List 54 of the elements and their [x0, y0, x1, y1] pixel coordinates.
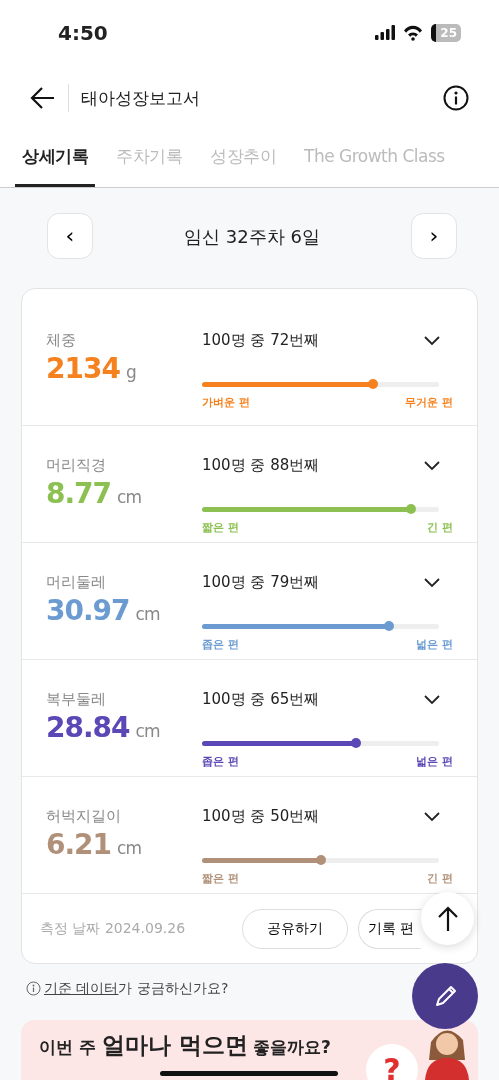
page-title: 태아성장보고서	[68, 83, 200, 112]
battery-indicator: 25	[431, 23, 461, 42]
reference-data-link[interactable]: 기준 데이터	[44, 980, 119, 996]
rank-text: 100명 중 50번째	[202, 806, 320, 827]
chevron-icon[interactable]	[423, 576, 441, 588]
chevron-icon[interactable]	[423, 334, 441, 346]
share-button[interactable]: 공유하기	[242, 908, 348, 949]
scale-max-label: 넓은 편	[416, 753, 453, 770]
week-label: 임신 32주차 6일	[184, 224, 320, 249]
scale-max-label: 긴 편	[427, 519, 453, 536]
rank-text: 100명 중 65번째	[202, 689, 320, 710]
measure-date: 측정 날짜 2024.09.26	[40, 919, 187, 938]
scale-min-label: 짧은 편	[202, 870, 239, 887]
metric-label: 머리직경	[46, 455, 107, 476]
slider-thumb	[315, 855, 326, 865]
metric-value: 30.97 cm	[46, 593, 161, 628]
reference-question: 기준 데이터 가 궁금하신가요?	[44, 979, 229, 998]
slider-thumb	[367, 379, 378, 389]
scale-max-label: 넓은 편	[416, 636, 453, 653]
scale-min-label: 짧은 편	[202, 519, 239, 536]
scale-min-label: 좁은 편	[202, 753, 239, 770]
status-time: 4:50	[58, 19, 108, 47]
metric-value: 8.77 cm	[46, 476, 142, 511]
metric-value: 6.21 cm	[46, 827, 142, 862]
metric-value: 28.84 cm	[46, 710, 161, 745]
slider-thumb	[351, 738, 362, 748]
scale-min-label: 좁은 편	[202, 636, 239, 653]
info-icon[interactable]	[443, 84, 469, 111]
chevron-icon[interactable]	[423, 459, 441, 471]
slider-thumb	[405, 504, 416, 514]
metric-value: 2134 g	[46, 351, 137, 386]
info-icon	[26, 981, 41, 996]
rank-text: 100명 중 79번째	[202, 572, 320, 593]
slider-thumb	[384, 621, 395, 631]
edit-button[interactable]: 기록 편	[358, 908, 421, 949]
metric-label: 복부둘레	[46, 689, 107, 710]
next-button[interactable]: ›	[411, 213, 457, 259]
rank-text: 100명 중 72번째	[202, 330, 320, 351]
metric-label: 허벅지길이	[46, 806, 122, 827]
previous-button[interactable]: ‹	[47, 213, 93, 259]
scale-max-label: 긴 편	[427, 870, 453, 887]
metric-label: 체중	[46, 330, 77, 351]
wifi-icon	[403, 24, 424, 41]
banner-title: 이번 주 얼마나 먹으면 좋을까요?	[39, 1032, 331, 1060]
chevron-icon[interactable]	[423, 693, 441, 705]
write-button[interactable]	[412, 963, 478, 1029]
chevron-icon[interactable]	[423, 810, 441, 822]
tab[interactable]: 상세기록	[15, 130, 95, 187]
scale-max-label: 무거운 편	[405, 394, 453, 411]
question-badge: ?	[366, 1044, 418, 1080]
scale-min-label: 가벼운 편	[202, 394, 250, 411]
rank-text: 100명 중 88번째	[202, 455, 320, 476]
metric-label: 머리둘레	[46, 572, 107, 593]
signal-icon	[375, 25, 396, 40]
